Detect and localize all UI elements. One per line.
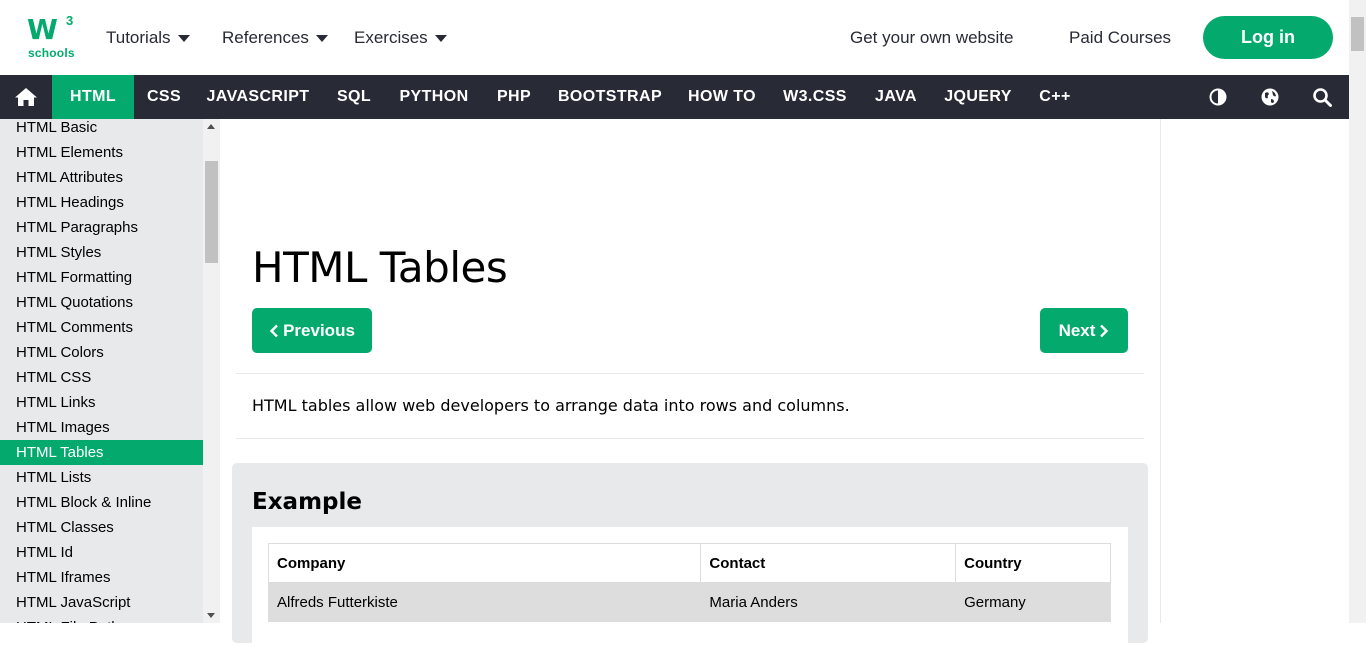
- sidebar-item-html-basic[interactable]: HTML Basic: [0, 119, 203, 140]
- intro-text: HTML tables allow web developers to arra…: [252, 396, 850, 415]
- sidebar-item-html-iframes[interactable]: HTML Iframes: [0, 565, 203, 590]
- table-cell: Germany: [955, 582, 1111, 622]
- tutorials-menu-label: Tutorials: [106, 28, 171, 47]
- sidebar-item-html-comments[interactable]: HTML Comments: [0, 315, 203, 340]
- search-icon[interactable]: [1312, 87, 1332, 107]
- nav-item-css[interactable]: CSS: [134, 75, 194, 119]
- get-website-link[interactable]: Get your own website: [850, 28, 1013, 48]
- exercises-menu-label: Exercises: [354, 28, 428, 47]
- logo-mark: W: [27, 13, 58, 46]
- nav-item-w3css[interactable]: W3.CSS: [770, 75, 860, 119]
- sidebar-item-html-links[interactable]: HTML Links: [0, 390, 203, 415]
- w3schools-logo[interactable]: W 3 schools: [27, 13, 77, 61]
- nav-item-python[interactable]: PYTHON: [386, 75, 482, 119]
- sidebar-item-html-images[interactable]: HTML Images: [0, 415, 203, 440]
- sidebar-item-html-headings[interactable]: HTML Headings: [0, 190, 203, 215]
- table-row: Alfreds Futterkiste Maria Anders Germany: [267, 582, 1111, 622]
- topic-navbar: HTML CSS JAVASCRIPT SQL PYTHON PHP BOOTS…: [0, 75, 1349, 119]
- page-scrollbar[interactable]: [1349, 0, 1366, 623]
- sidebar-item-html-tables[interactable]: HTML Tables: [0, 440, 203, 465]
- sidebar-item-html-colors[interactable]: HTML Colors: [0, 340, 203, 365]
- previous-button[interactable]: Previous: [252, 308, 372, 353]
- tutorials-menu[interactable]: Tutorials: [106, 28, 190, 48]
- sidebar-item-html-quotations[interactable]: HTML Quotations: [0, 290, 203, 315]
- example-panel: Example Company Contact Country Alfreds …: [232, 463, 1148, 647]
- home-icon[interactable]: [14, 87, 38, 107]
- references-menu-label: References: [222, 28, 309, 47]
- login-button[interactable]: Log in: [1203, 16, 1333, 59]
- sidebar-item-html-lists[interactable]: HTML Lists: [0, 465, 203, 490]
- nav-item-java[interactable]: JAVA: [860, 75, 932, 119]
- references-menu[interactable]: References: [222, 28, 328, 48]
- sidebar-scrollbar[interactable]: [203, 119, 220, 623]
- contrast-icon[interactable]: [1208, 87, 1228, 107]
- nav-item-bootstrap[interactable]: BOOTSTRAP: [546, 75, 674, 119]
- sidebar: HTML Basic HTML Elements HTML Attributes…: [0, 119, 203, 623]
- table-cell: Alfreds Futterkiste: [267, 582, 702, 622]
- sidebar-item-html-paragraphs[interactable]: HTML Paragraphs: [0, 215, 203, 240]
- nav-item-html[interactable]: HTML: [52, 75, 134, 119]
- sidebar-item-html-classes[interactable]: HTML Classes: [0, 515, 203, 540]
- top-header: W 3 schools Tutorials References Exercis…: [0, 0, 1349, 75]
- scroll-up-icon[interactable]: [207, 124, 215, 129]
- scroll-down-icon[interactable]: [207, 613, 215, 618]
- table-header-cell: Company: [267, 543, 702, 583]
- sidebar-item-html-attributes[interactable]: HTML Attributes: [0, 165, 203, 190]
- nav-item-javascript[interactable]: JAVASCRIPT: [194, 75, 322, 119]
- nav-item-php[interactable]: PHP: [482, 75, 546, 119]
- chevron-left-icon: [269, 324, 278, 337]
- nav-item-jquery[interactable]: JQUERY: [932, 75, 1024, 119]
- caret-down-icon: [177, 34, 190, 42]
- example-table: Company Contact Country Alfreds Futterki…: [267, 543, 1111, 622]
- caret-down-icon: [315, 34, 328, 42]
- sidebar-scroll-thumb[interactable]: [205, 161, 218, 263]
- globe-icon[interactable]: [1260, 87, 1280, 107]
- sidebar-item-html-file-paths[interactable]: HTML File Paths: [0, 615, 203, 623]
- previous-button-label: Previous: [283, 320, 355, 340]
- sidebar-item-html-css[interactable]: HTML CSS: [0, 365, 203, 390]
- caret-down-icon: [434, 34, 447, 42]
- table-header-cell: Contact: [700, 543, 957, 583]
- sidebar-item-html-id[interactable]: HTML Id: [0, 540, 203, 565]
- nav-item-cpp[interactable]: C++: [1024, 75, 1086, 119]
- next-button[interactable]: Next: [1040, 308, 1128, 353]
- table-header-cell: Country: [955, 543, 1111, 583]
- sidebar-item-html-styles[interactable]: HTML Styles: [0, 240, 203, 265]
- paid-courses-link[interactable]: Paid Courses: [1069, 28, 1171, 48]
- nav-item-sql[interactable]: SQL: [322, 75, 386, 119]
- page-scroll-thumb[interactable]: [1351, 17, 1364, 51]
- example-output: Company Contact Country Alfreds Futterki…: [252, 527, 1128, 647]
- chevron-right-icon: [1100, 324, 1109, 337]
- divider: [236, 373, 1144, 374]
- page-title: HTML Tables: [252, 243, 508, 292]
- nav-item-howto[interactable]: HOW TO: [674, 75, 770, 119]
- table-header-row: Company Contact Country: [267, 543, 1111, 583]
- table-cell: Maria Anders: [700, 582, 957, 622]
- sidebar-item-html-block-inline[interactable]: HTML Block & Inline: [0, 490, 203, 515]
- sidebar-item-html-formatting[interactable]: HTML Formatting: [0, 265, 203, 290]
- logo-superscript: 3: [66, 13, 74, 28]
- sidebar-item-html-elements[interactable]: HTML Elements: [0, 140, 203, 165]
- divider: [236, 438, 1144, 439]
- sidebar-item-html-javascript[interactable]: HTML JavaScript: [0, 590, 203, 615]
- example-title: Example: [252, 489, 362, 515]
- exercises-menu[interactable]: Exercises: [354, 28, 447, 48]
- logo-text: schools: [28, 46, 75, 60]
- main-right-border: [1160, 119, 1161, 623]
- next-button-label: Next: [1058, 320, 1096, 340]
